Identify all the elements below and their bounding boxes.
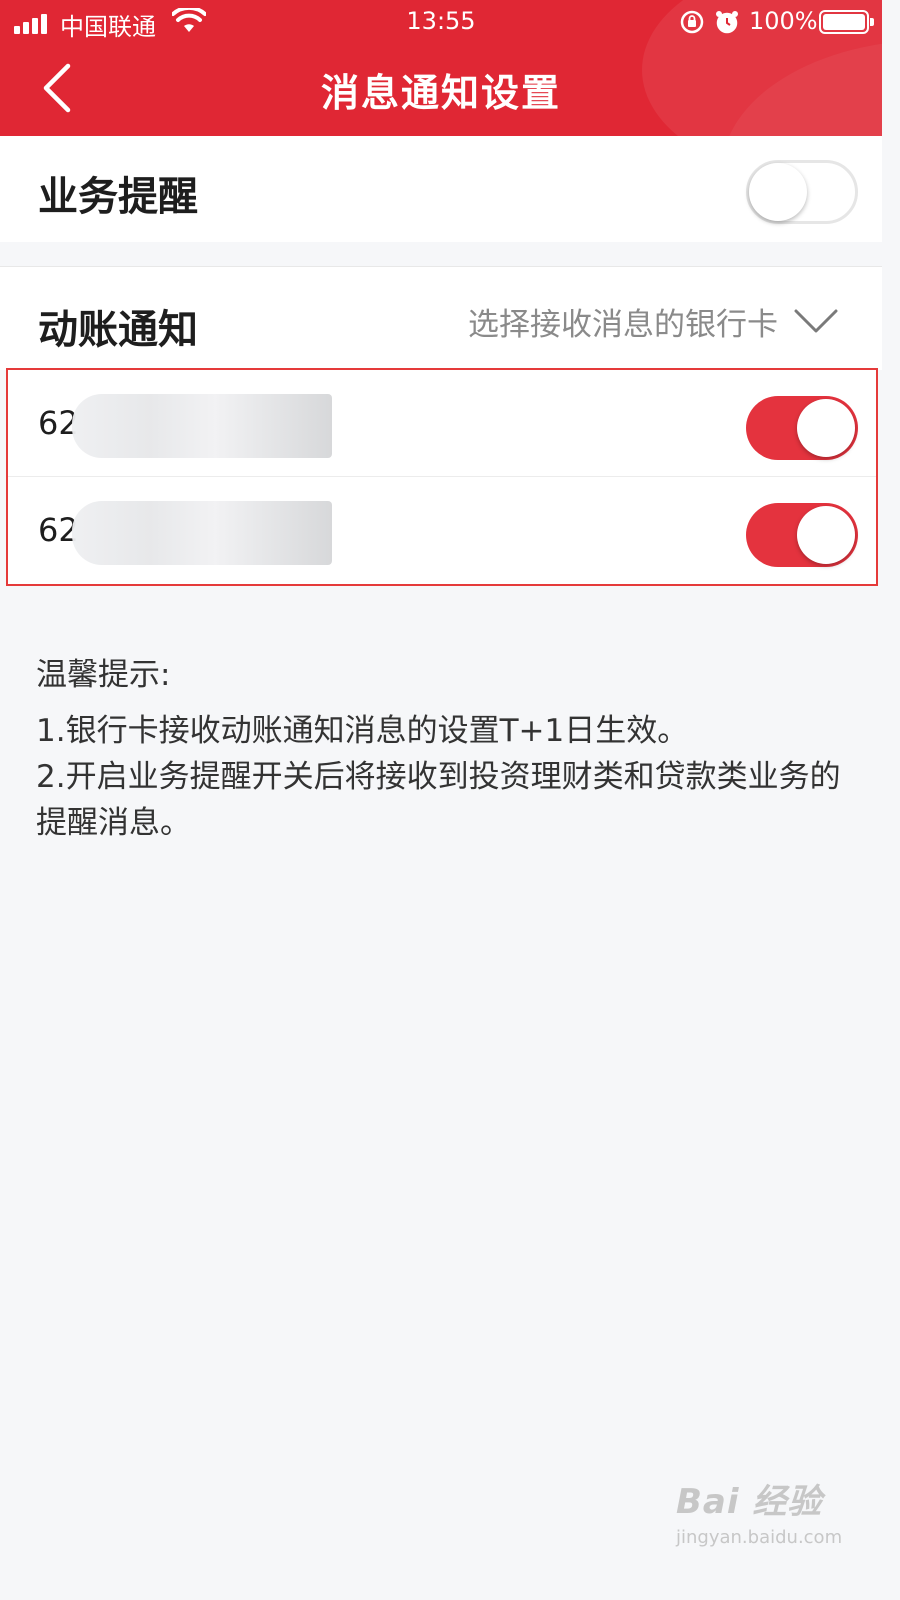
card-row: 62 <box>8 370 876 477</box>
business-reminder-toggle[interactable] <box>746 160 858 224</box>
watermark-url: jingyan.baidu.com <box>676 1527 843 1548</box>
card-selector-text: 选择接收消息的银行卡 <box>468 306 778 343</box>
account-change-row: 动账通知 选择接收消息的银行卡 <box>0 266 882 370</box>
card-row: 62 <box>8 477 876 584</box>
tips-section: 温馨提示: 1.银行卡接收动账通知消息的设置T+1日生效。 2.开启业务提醒开关… <box>36 652 856 846</box>
battery-percentage: 100% <box>749 7 818 35</box>
card-list: 62 62 <box>6 368 878 586</box>
watermark: Bai 经验 jingyan.baidu.com <box>676 1474 856 1554</box>
account-change-label: 动账通知 <box>38 307 198 353</box>
redaction-mask <box>72 501 332 565</box>
tip-item: 1.银行卡接收动账通知消息的设置T+1日生效。 <box>36 713 689 749</box>
tips-title: 温馨提示: <box>36 657 171 693</box>
redaction-mask <box>72 394 332 458</box>
header-bar: 中国联通 13:55 100% 消息通知设置 <box>0 0 882 136</box>
page-title: 消息通知设置 <box>320 71 561 115</box>
toggle-knob <box>797 506 855 564</box>
toggle-knob <box>749 163 807 221</box>
rotation-lock-icon <box>680 10 704 34</box>
status-bar: 中国联通 13:55 100% <box>0 0 882 44</box>
card-selector[interactable]: 选择接收消息的银行卡 <box>468 301 838 343</box>
business-reminder-label: 业务提醒 <box>38 174 198 220</box>
toggle-knob <box>797 399 855 457</box>
card-notification-toggle[interactable] <box>746 396 858 460</box>
watermark-logo: Bai 经验 <box>676 1482 823 1522</box>
chevron-down-icon <box>794 309 838 333</box>
battery-icon <box>819 10 874 34</box>
card-notification-toggle[interactable] <box>746 503 858 567</box>
alarm-icon <box>716 11 738 34</box>
tip-item: 2.开启业务提醒开关后将接收到投资理财类和贷款类业务的提醒消息。 <box>36 759 841 841</box>
